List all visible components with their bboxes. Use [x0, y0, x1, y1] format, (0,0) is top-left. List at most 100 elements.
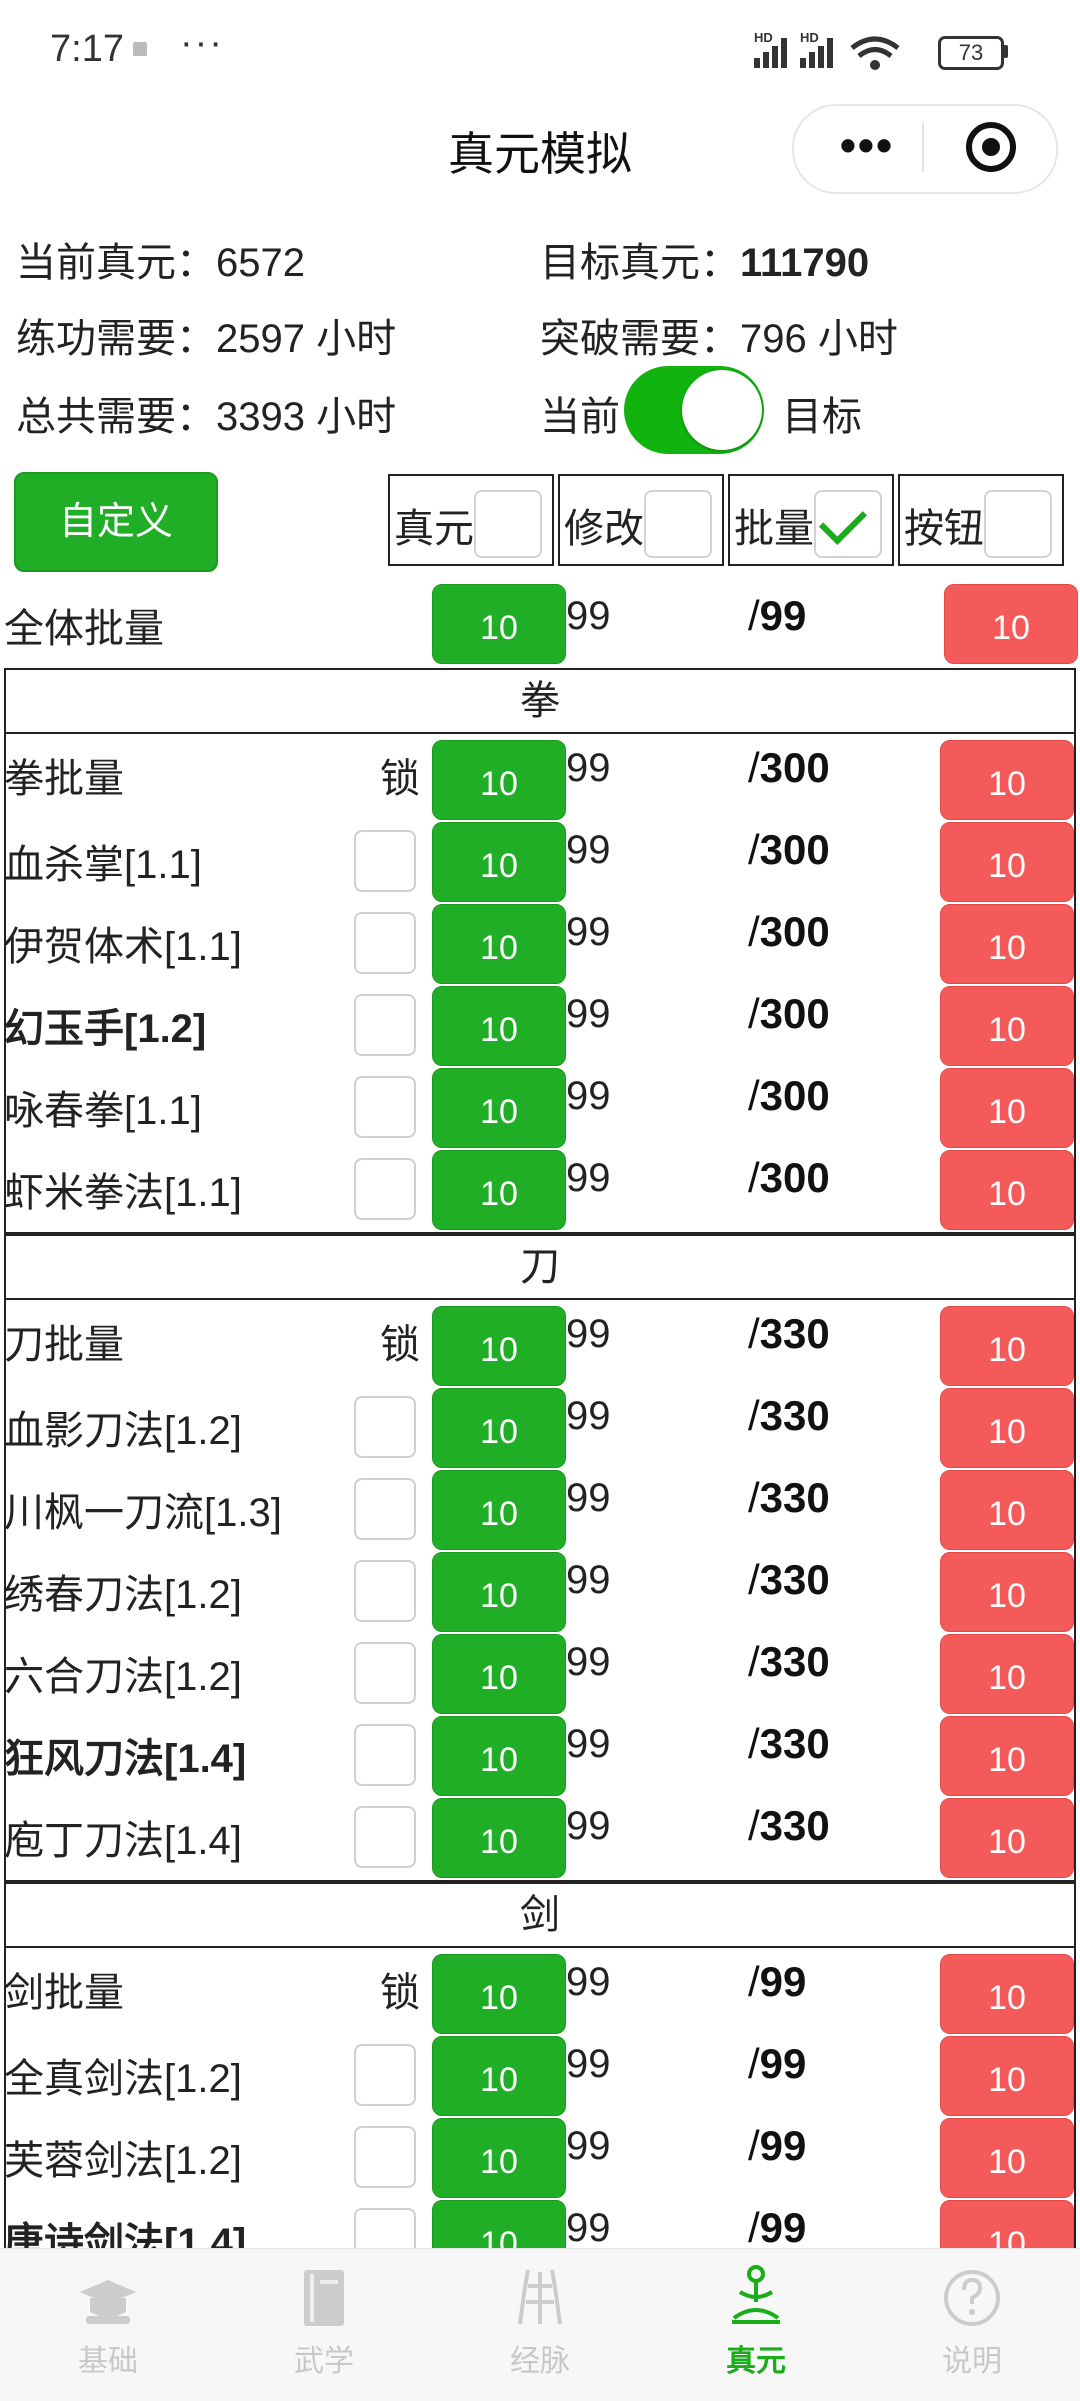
- more-menu-icon[interactable]: •••: [822, 118, 912, 172]
- add-button[interactable]: 10: [432, 2118, 566, 2198]
- add-button[interactable]: 10: [432, 1716, 566, 1796]
- lock-checkbox[interactable]: [354, 1806, 416, 1868]
- max-level-value: 300: [759, 744, 830, 791]
- subtract-button[interactable]: 10: [940, 1954, 1074, 2034]
- max-level-value: 330: [759, 1310, 830, 1357]
- subtract-button[interactable]: 10: [940, 740, 1074, 820]
- subtract-button[interactable]: 10: [940, 1470, 1074, 1550]
- subtract-button[interactable]: 10: [940, 1798, 1074, 1878]
- lock-label: 锁: [380, 757, 420, 801]
- lock-checkbox[interactable]: [354, 1158, 416, 1220]
- subtract-button[interactable]: 10: [940, 1634, 1074, 1714]
- option-checkbox[interactable]: [644, 490, 712, 558]
- max-level: /300: [748, 826, 830, 873]
- custom-button[interactable]: 自定义: [14, 472, 218, 572]
- lock-checkbox[interactable]: [354, 2044, 416, 2106]
- option-checkbox[interactable]: [814, 490, 882, 558]
- battery-tip: [1003, 45, 1008, 58]
- add-button[interactable]: 10: [432, 1634, 566, 1714]
- level-value: 99: [566, 746, 611, 790]
- tab-1[interactable]: 武学: [254, 2262, 394, 2380]
- skill-name: 幻玉手[1.2]: [4, 1007, 207, 1051]
- level-value: 99: [566, 2206, 611, 2250]
- level-value: 99: [566, 828, 611, 872]
- max-level: /99: [748, 2040, 807, 2087]
- add-button[interactable]: 10: [432, 1150, 566, 1230]
- subtract-button[interactable]: 10: [940, 904, 1074, 984]
- add-button[interactable]: 10: [432, 986, 566, 1066]
- add-button[interactable]: 10: [432, 1552, 566, 1632]
- lock-label: 锁: [380, 1323, 420, 1367]
- option-label: 批量: [734, 507, 814, 551]
- max-level-value: 300: [759, 908, 830, 955]
- tab-4[interactable]: 说明: [902, 2262, 1042, 2380]
- option-1[interactable]: 修改: [558, 474, 724, 566]
- global-value: 99: [566, 594, 611, 638]
- hat-icon: [72, 2262, 144, 2334]
- add-button[interactable]: 10: [432, 1798, 566, 1878]
- lock-checkbox[interactable]: [354, 1724, 416, 1786]
- level-value: 99: [566, 1960, 611, 2004]
- lock-checkbox[interactable]: [354, 1396, 416, 1458]
- subtract-button[interactable]: 10: [940, 2118, 1074, 2198]
- tab-2[interactable]: 经脉: [470, 2262, 610, 2380]
- lock-checkbox[interactable]: [354, 1642, 416, 1704]
- subtract-button[interactable]: 10: [940, 1388, 1074, 1468]
- subtract-button[interactable]: 10: [940, 986, 1074, 1066]
- option-2[interactable]: 批量: [728, 474, 894, 566]
- max-level: /300: [748, 908, 830, 955]
- max-level-value: 300: [759, 1072, 830, 1119]
- subtract-button[interactable]: 10: [940, 1552, 1074, 1632]
- option-checkbox[interactable]: [474, 490, 542, 558]
- add-button[interactable]: 10: [432, 1068, 566, 1148]
- lock-checkbox[interactable]: [354, 1560, 416, 1622]
- global-batch-label: 全体批量: [4, 607, 164, 651]
- lock-checkbox[interactable]: [354, 830, 416, 892]
- lock-checkbox[interactable]: [354, 994, 416, 1056]
- lock-checkbox[interactable]: [354, 1076, 416, 1138]
- tab-label: 基础: [78, 2345, 138, 2378]
- meditate-icon: [720, 2262, 792, 2334]
- subtract-button[interactable]: 10: [940, 2036, 1074, 2116]
- lock-checkbox[interactable]: [354, 912, 416, 974]
- lock-checkbox[interactable]: [354, 1478, 416, 1540]
- subtract-button[interactable]: 10: [940, 1150, 1074, 1230]
- level-value: 99: [566, 1804, 611, 1848]
- book-icon: [288, 2262, 360, 2334]
- skill-name: 川枫一刀流[1.3]: [4, 1491, 282, 1535]
- total-required: 总共需要：3393 小时: [16, 395, 397, 439]
- skill-name: 伊贺体术[1.1]: [4, 925, 242, 969]
- option-checkbox[interactable]: [984, 490, 1052, 558]
- subtract-button[interactable]: 10: [940, 822, 1074, 902]
- level-value: 99: [566, 1722, 611, 1766]
- max-level-value: 330: [759, 1392, 830, 1439]
- tab-3[interactable]: 真元: [686, 2262, 826, 2380]
- global-add-button[interactable]: 10: [432, 584, 566, 664]
- option-3[interactable]: 按钮: [898, 474, 1064, 566]
- subtract-button[interactable]: 10: [940, 1306, 1074, 1386]
- subtract-button[interactable]: 10: [940, 1068, 1074, 1148]
- add-button[interactable]: 10: [432, 1388, 566, 1468]
- add-button[interactable]: 10: [432, 2036, 566, 2116]
- add-button[interactable]: 10: [432, 1470, 566, 1550]
- switch-knob[interactable]: [682, 370, 762, 450]
- add-button[interactable]: 10: [432, 740, 566, 820]
- max-level: /99: [748, 2204, 807, 2251]
- level-value: 99: [566, 2124, 611, 2168]
- max-level: /99: [748, 2122, 807, 2169]
- max-level-value: 300: [759, 1154, 830, 1201]
- add-button[interactable]: 10: [432, 822, 566, 902]
- option-0[interactable]: 真元: [388, 474, 554, 566]
- global-subtract-button[interactable]: 10: [944, 584, 1078, 664]
- add-button[interactable]: 10: [432, 904, 566, 984]
- add-button[interactable]: 10: [432, 1954, 566, 2034]
- max-level: /330: [748, 1638, 830, 1685]
- close-target-icon[interactable]: [966, 122, 1016, 172]
- current-zhenyuan: 当前真元：6572: [16, 241, 305, 285]
- max-level-value: 99: [759, 2040, 807, 2087]
- subtract-button[interactable]: 10: [940, 1716, 1074, 1796]
- lock-checkbox[interactable]: [354, 2126, 416, 2188]
- level-value: 99: [566, 1640, 611, 1684]
- tab-0[interactable]: 基础: [38, 2262, 178, 2380]
- add-button[interactable]: 10: [432, 1306, 566, 1386]
